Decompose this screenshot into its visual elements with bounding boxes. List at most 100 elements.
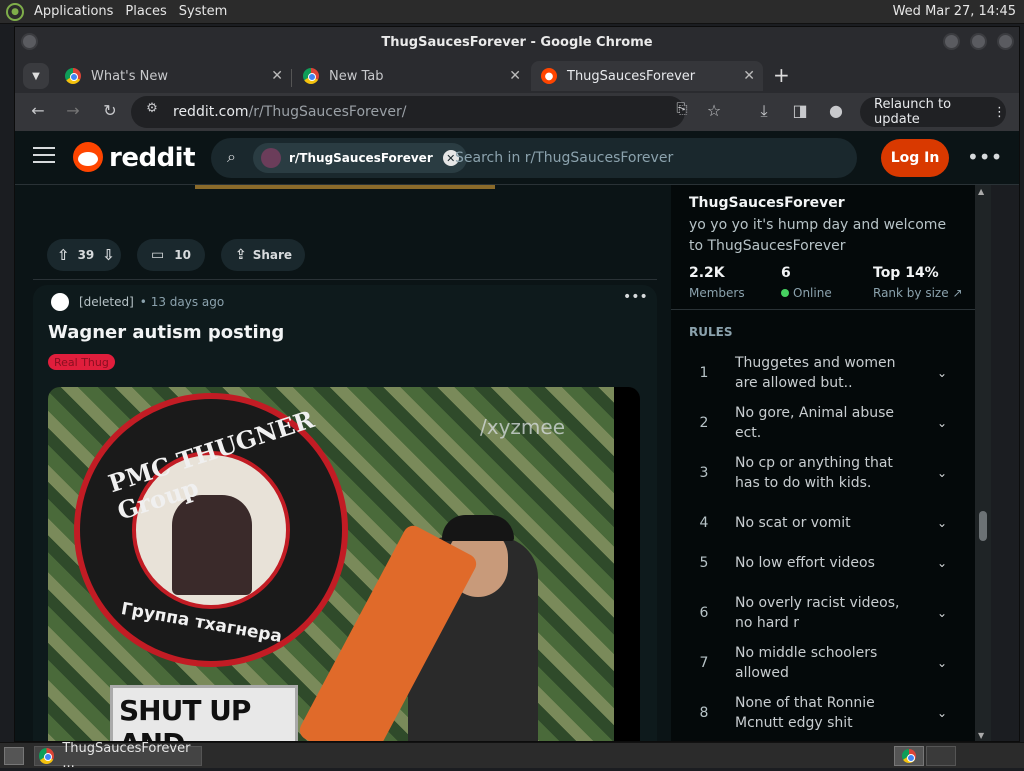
post-overflow-icon[interactable]: •••	[623, 289, 648, 305]
post-flair[interactable]: Real Thug	[48, 354, 115, 370]
tab-strip: ▼ What's New ✕ New Tab ✕ ● ThugSaucesFor…	[15, 57, 1019, 93]
forward-arrow-icon[interactable]: →	[62, 101, 84, 120]
download-icon[interactable]: ⤓	[753, 101, 775, 121]
back-arrow-icon[interactable]: ←	[27, 101, 49, 120]
external-link-icon: ↗	[952, 286, 963, 300]
scrollbar-track[interactable]	[975, 185, 991, 741]
post-meta: [deleted] • 13 days ago	[51, 293, 224, 311]
url-host: reddit.com	[173, 104, 249, 120]
reddit-icon: ●	[541, 68, 557, 84]
close-tab-icon[interactable]: ✕	[271, 68, 283, 84]
chevron-down-icon: ⌄	[936, 606, 947, 620]
rule-item[interactable]: 8 None of that Ronnie Mcnutt edgy shit ⌄	[689, 693, 959, 733]
site-info-icon[interactable]: ⚙	[141, 101, 163, 116]
post-author[interactable]: [deleted]	[79, 295, 134, 309]
rule-number: 2	[699, 415, 709, 431]
profile-icon[interactable]: ●	[825, 101, 847, 120]
rule-item[interactable]: 7 No middle schoolers allowed ⌄	[689, 645, 959, 681]
post-title[interactable]: Wagner autism posting	[48, 322, 284, 343]
meme-caption-text: SHUT UP AND	[119, 694, 251, 741]
window-menu-button[interactable]	[21, 33, 38, 50]
more-options-icon[interactable]: •••	[967, 145, 1002, 169]
reddit-logo-icon[interactable]	[73, 142, 103, 172]
comments-button[interactable]: ▭ 10	[137, 239, 205, 271]
maximize-button[interactable]	[970, 33, 987, 50]
relaunch-button[interactable]: Relaunch to update ⋮	[860, 97, 1006, 127]
chevron-down-icon: ⌄	[936, 466, 947, 480]
rule-text: None of that Ronnie Mcnutt edgy shit	[735, 695, 875, 731]
url-text[interactable]: reddit.com/r/ThugSaucesForever/	[173, 95, 721, 129]
taskbar-window-button[interactable]: ThugSaucesForever ...	[34, 741, 202, 771]
subreddit-search-chip[interactable]: r/ThugSaucesForever ✕	[253, 143, 467, 173]
upvote-arrow-icon[interactable]: ⇧	[57, 246, 70, 264]
scrollbar-thumb[interactable]	[979, 511, 987, 541]
window-edge	[991, 185, 1019, 741]
chrome-icon	[65, 68, 81, 84]
sidebar-divider	[671, 309, 975, 310]
rule-text: No cp or anything that has to do with ki…	[735, 455, 893, 491]
online-stat: Online	[781, 286, 832, 300]
window-title: ThugSaucesForever - Google Chrome	[381, 34, 653, 50]
rule-item[interactable]: 6 No overly racist videos, no hard r ⌄	[689, 593, 959, 633]
bottom-taskbar: ThugSaucesForever ...	[0, 741, 1024, 771]
scroll-up-icon[interactable]: ▲	[978, 187, 984, 196]
tab-label: ThugSaucesForever	[567, 68, 696, 84]
close-tab-icon[interactable]: ✕	[743, 68, 755, 84]
minimize-button[interactable]	[943, 33, 960, 50]
chrome-icon	[902, 749, 916, 763]
tab-label: What's New	[91, 68, 168, 84]
system-menu[interactable]: System	[173, 4, 233, 19]
chrome-icon	[39, 748, 55, 764]
rule-item[interactable]: 3 No cp or anything that has to do with k…	[689, 453, 959, 493]
bookmark-star-icon[interactable]: ☆	[703, 101, 725, 120]
show-desktop-icon[interactable]	[4, 747, 24, 765]
kebab-menu-icon[interactable]: ⋮	[993, 105, 1006, 120]
tab-search-button[interactable]: ▼	[23, 63, 49, 89]
rank-link[interactable]: Rank by size ↗	[873, 286, 963, 300]
downvote-arrow-icon[interactable]: ⇩	[102, 246, 115, 264]
rule-item[interactable]: 5 No low effort videos ⌄	[689, 553, 959, 573]
rule-number: 8	[699, 705, 709, 721]
close-window-button[interactable]	[997, 33, 1014, 50]
browser-window: ThugSaucesForever - Google Chrome ▼ What…	[14, 26, 1020, 742]
applications-menu[interactable]: Applications	[28, 4, 119, 19]
post-age: • 13 days ago	[139, 295, 225, 309]
hamburger-menu-icon[interactable]	[33, 147, 55, 165]
rule-item[interactable]: 1 Thuggetes and women are allowed but.. ⌄	[689, 353, 959, 393]
tab-new-tab[interactable]: New Tab ✕	[293, 61, 529, 91]
media-letterbox	[614, 387, 640, 741]
workspace-switcher[interactable]	[894, 746, 924, 766]
page-scrollbar[interactable]: ▲ ▼	[975, 185, 1019, 741]
login-button[interactable]: Log In	[881, 139, 949, 177]
distro-logo-icon[interactable]: ●	[6, 2, 24, 21]
window-titlebar[interactable]: ThugSaucesForever - Google Chrome	[15, 27, 1019, 57]
post-media[interactable]: PMC THUGNER Group Группа тхагнера /xyzme…	[48, 387, 640, 741]
panel-clock[interactable]: Wed Mar 27, 14:45	[893, 4, 1024, 19]
rank-label: Rank by size	[873, 286, 949, 300]
places-menu[interactable]: Places	[119, 4, 172, 19]
search-input[interactable]: Search in r/ThugSaucesForever	[455, 150, 673, 166]
chevron-down-icon: ⌄	[936, 656, 947, 670]
tab-thugsaucesforever[interactable]: ● ThugSaucesForever ✕	[531, 61, 763, 91]
search-bar[interactable]: ⌕ r/ThugSaucesForever ✕ Search in r/Thug…	[211, 138, 857, 178]
rule-text: No scat or vomit	[735, 515, 851, 531]
members-value: 2.2K	[689, 265, 725, 281]
tab-whats-new[interactable]: What's New ✕	[55, 61, 291, 91]
close-tab-icon[interactable]: ✕	[509, 68, 521, 84]
reddit-wordmark[interactable]: reddit	[109, 143, 196, 173]
search-icon: ⌕	[227, 147, 236, 166]
share-button[interactable]: ⇪ Share	[221, 239, 305, 271]
rule-text: Thuggetes and women are allowed but..	[735, 355, 896, 391]
scroll-down-icon[interactable]: ▼	[978, 731, 984, 740]
reload-icon[interactable]: ↻	[99, 101, 121, 120]
side-panel-icon[interactable]: ◨	[789, 101, 811, 120]
rule-item[interactable]: 4 No scat or vomit ⌄	[689, 513, 959, 533]
new-tab-plus-icon[interactable]: +	[773, 63, 790, 87]
community-name: ThugSaucesForever	[689, 195, 845, 211]
install-app-icon[interactable]: ⎘	[671, 101, 693, 117]
community-description: yo yo yo it's hump day and welcome to Th…	[689, 217, 947, 254]
workspace-2[interactable]	[926, 746, 956, 766]
rule-item[interactable]: 2 No gore, Animal abuse ect. ⌄	[689, 405, 959, 441]
chevron-down-icon: ⌄	[936, 516, 947, 530]
chevron-down-icon: ⌄	[936, 416, 947, 430]
